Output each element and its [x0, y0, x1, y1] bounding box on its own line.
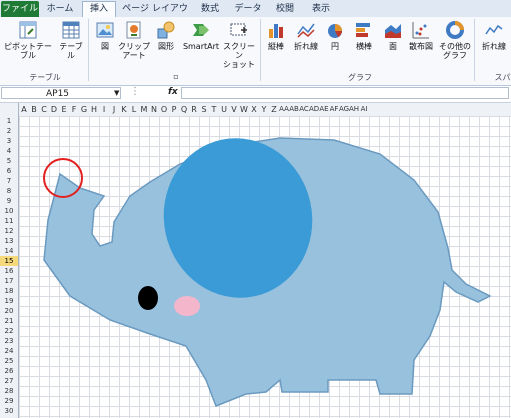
elephant-drawing[interactable] [0, 0, 511, 418]
elephant-cheek [174, 296, 200, 316]
elephant-eye [138, 286, 158, 310]
